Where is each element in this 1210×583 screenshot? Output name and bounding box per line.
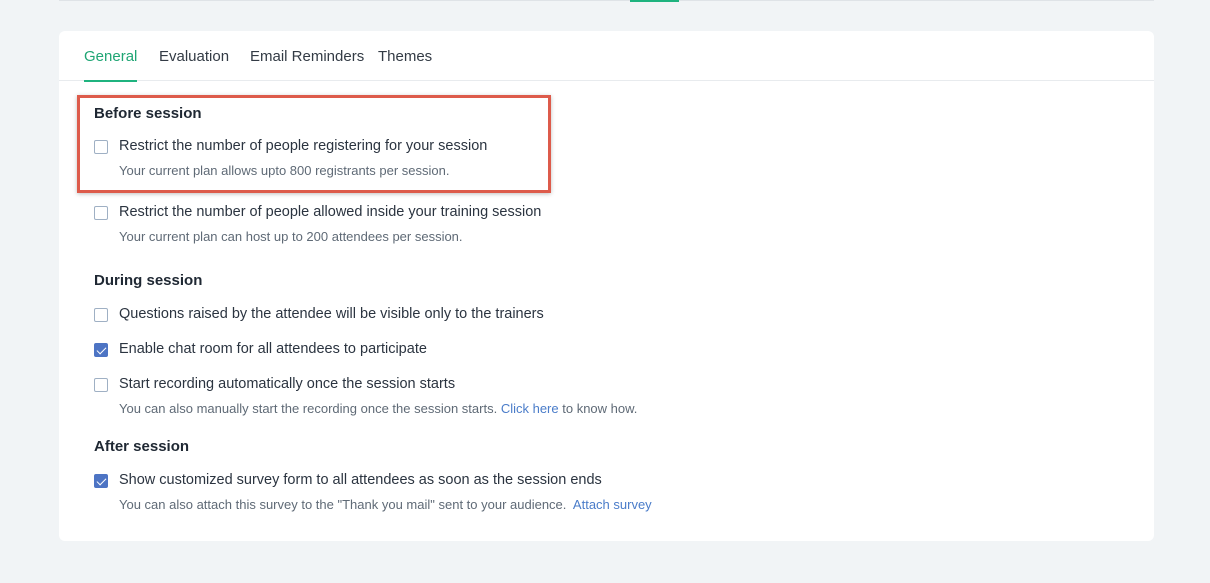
tab-bar: General Evaluation Email Reminders Theme… — [59, 31, 1154, 82]
tab-evaluation[interactable]: Evaluation — [159, 48, 229, 81]
survey-form-checkbox[interactable] — [94, 474, 108, 488]
before-session-title: Before session — [94, 105, 202, 122]
restrict-attendees-checkbox[interactable] — [94, 206, 108, 220]
questions-visible-label[interactable]: Questions raised by the attendee will be… — [119, 306, 544, 322]
top-active-indicator — [630, 0, 679, 2]
restrict-attendees-help: Your current plan can host up to 200 att… — [119, 229, 463, 244]
after-session-title: After session — [94, 438, 190, 455]
settings-card: General Evaluation Email Reminders Theme… — [59, 31, 1154, 541]
auto-record-help: You can also manually start the recordin… — [119, 401, 637, 416]
auto-record-checkbox[interactable] — [94, 378, 108, 392]
survey-form-help-text: You can also attach this survey to the "… — [119, 497, 567, 512]
top-divider — [59, 0, 1154, 1]
tab-themes[interactable]: Themes — [378, 48, 432, 81]
restrict-registrants-label[interactable]: Restrict the number of people registerin… — [119, 138, 487, 154]
restrict-registrants-help: Your current plan allows upto 800 regist… — [119, 163, 450, 178]
tab-email-reminders[interactable]: Email Reminders — [250, 48, 364, 81]
click-here-link[interactable]: Click here — [501, 401, 559, 416]
auto-record-help-suffix: to know how. — [562, 401, 638, 416]
auto-record-label[interactable]: Start recording automatically once the s… — [119, 376, 455, 392]
restrict-registrants-checkbox[interactable] — [94, 140, 108, 154]
survey-form-help: You can also attach this survey to the "… — [119, 497, 652, 512]
enable-chat-label[interactable]: Enable chat room for all attendees to pa… — [119, 341, 427, 357]
enable-chat-checkbox[interactable] — [94, 343, 108, 357]
questions-visible-checkbox[interactable] — [94, 308, 108, 322]
survey-form-label[interactable]: Show customized survey form to all atten… — [119, 472, 602, 488]
auto-record-help-text: You can also manually start the recordin… — [119, 401, 498, 416]
during-session-title: During session — [94, 272, 203, 289]
tab-general[interactable]: General — [84, 48, 138, 82]
restrict-attendees-label[interactable]: Restrict the number of people allowed in… — [119, 204, 541, 220]
attach-survey-link[interactable]: Attach survey — [573, 497, 652, 512]
